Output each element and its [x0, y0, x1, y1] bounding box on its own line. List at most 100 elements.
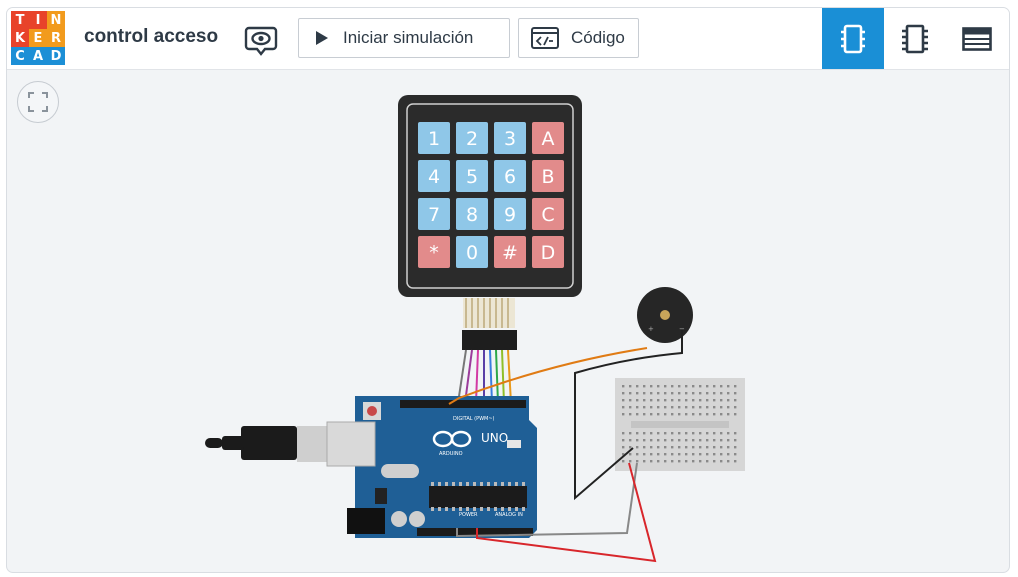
- keypad-key-label: 6: [504, 166, 516, 188]
- arduino-brand-label: ARDUINO: [439, 451, 463, 457]
- keypad-key-label: *: [429, 242, 439, 264]
- breadboard-hole: [706, 432, 709, 435]
- breadboard-hole: [727, 406, 730, 409]
- chip-pin: [459, 482, 462, 486]
- chip-pin: [473, 482, 476, 486]
- breadboard-hole: [713, 385, 716, 388]
- keypad-key-label: 4: [428, 166, 440, 188]
- breadboard-hole: [734, 392, 737, 395]
- chip-pin: [466, 507, 469, 511]
- breadboard-hole: [678, 439, 681, 442]
- breadboard-hole: [657, 460, 660, 463]
- breadboard-hole: [678, 453, 681, 456]
- breadboard-hole: [727, 392, 730, 395]
- breadboard-hole: [685, 453, 688, 456]
- breadboard-hole: [650, 439, 653, 442]
- breadboard-hole: [643, 439, 646, 442]
- breadboard-hole: [636, 392, 639, 395]
- breadboard-hole: [622, 392, 625, 395]
- breadboard-hole: [671, 453, 674, 456]
- chip-pin: [473, 507, 476, 511]
- breadboard-hole: [629, 453, 632, 456]
- chip-pin: [452, 482, 455, 486]
- breadboard-hole: [685, 432, 688, 435]
- chip-pin: [438, 507, 441, 511]
- breadboard-hole: [685, 399, 688, 402]
- chip-pin: [508, 482, 511, 486]
- breadboard-hole: [699, 413, 702, 416]
- breadboard-hole: [629, 399, 632, 402]
- breadboard-hole: [734, 413, 737, 416]
- breadboard-hole: [734, 446, 737, 449]
- breadboard-hole: [678, 413, 681, 416]
- breadboard-hole: [720, 432, 723, 435]
- breadboard-hole: [685, 385, 688, 388]
- keypad-key-label: 1: [428, 128, 440, 150]
- breadboard-hole: [692, 406, 695, 409]
- breadboard-hole: [685, 460, 688, 463]
- breadboard-hole: [706, 406, 709, 409]
- breadboard-hole: [671, 460, 674, 463]
- breadboard-hole: [699, 446, 702, 449]
- breadboard-hole: [706, 413, 709, 416]
- keypad-key-label: 9: [504, 204, 516, 226]
- breadboard-hole: [692, 453, 695, 456]
- breadboard-hole: [727, 446, 730, 449]
- breadboard-hole: [685, 406, 688, 409]
- breadboard[interactable]: [615, 378, 745, 471]
- chip-pin: [480, 482, 483, 486]
- breadboard-hole: [664, 392, 667, 395]
- breadboard-hole: [706, 385, 709, 388]
- breadboard-hole: [734, 406, 737, 409]
- breadboard-hole: [650, 413, 653, 416]
- breadboard-hole: [657, 399, 660, 402]
- chip-pin: [522, 507, 525, 511]
- breadboard-hole: [657, 439, 660, 442]
- breadboard-hole: [636, 385, 639, 388]
- breadboard-hole: [734, 432, 737, 435]
- breadboard-hole: [671, 446, 674, 449]
- breadboard-hole: [678, 460, 681, 463]
- keypad-key-label: 3: [504, 128, 516, 150]
- breadboard-hole: [692, 432, 695, 435]
- breadboard-hole: [678, 446, 681, 449]
- breadboard-hole: [734, 460, 737, 463]
- breadboard-hole: [629, 460, 632, 463]
- breadboard-hole: [692, 446, 695, 449]
- keypad-key-label: 0: [466, 242, 478, 264]
- breadboard-hole: [657, 432, 660, 435]
- breadboard-hole: [664, 406, 667, 409]
- breadboard-hole: [720, 399, 723, 402]
- breadboard-hole: [692, 392, 695, 395]
- breadboard-hole: [657, 392, 660, 395]
- breadboard-hole: [657, 453, 660, 456]
- breadboard-hole: [734, 439, 737, 442]
- editor-window: T I N K E R C A D control acceso Iniciar…: [6, 7, 1010, 573]
- breadboard-hole: [622, 439, 625, 442]
- keypad-4x4[interactable]: 1 2 3 A 4 5 6 B 7 8 9 C * 0 # D: [398, 95, 582, 297]
- keypad-ribbon: [462, 298, 517, 350]
- breadboard-hole: [622, 460, 625, 463]
- breadboard-hole: [671, 439, 674, 442]
- keypad-key-label: A: [542, 128, 555, 150]
- chip-pin: [459, 507, 462, 511]
- breadboard-hole: [727, 385, 730, 388]
- chip-pin: [508, 507, 511, 511]
- breadboard-hole: [643, 460, 646, 463]
- circuit-canvas[interactable]: 1 2 3 A4 5 6 B7 8 9 C* 0 # D + − UNO ARD…: [7, 8, 1009, 572]
- breadboard-hole: [720, 406, 723, 409]
- breadboard-hole: [636, 406, 639, 409]
- keypad-key-label: #: [502, 242, 518, 264]
- breadboard-hole: [685, 439, 688, 442]
- breadboard-hole: [727, 413, 730, 416]
- chip-pin: [494, 507, 497, 511]
- breadboard-hole: [664, 460, 667, 463]
- chip-pin: [501, 507, 504, 511]
- arduino-uno[interactable]: UNO ARDUINO DIGITAL (PWM~) POWER ANALOG …: [205, 396, 537, 538]
- breadboard-hole: [671, 413, 674, 416]
- breadboard-hole: [629, 392, 632, 395]
- breadboard-hole: [706, 392, 709, 395]
- piezo-buzzer[interactable]: + −: [637, 287, 693, 343]
- breadboard-hole: [629, 413, 632, 416]
- breadboard-hole: [685, 413, 688, 416]
